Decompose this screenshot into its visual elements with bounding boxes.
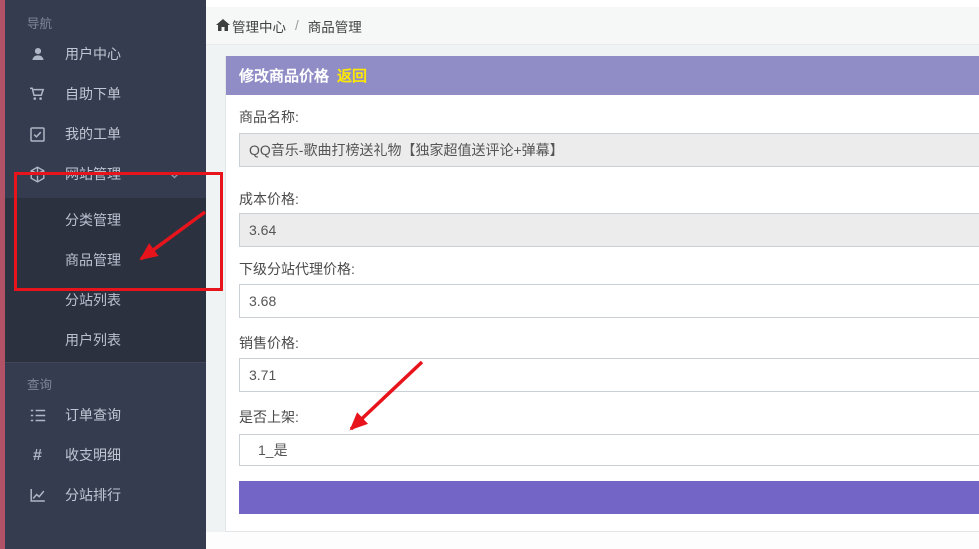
sidebar-item-label: 自助下单: [65, 84, 121, 104]
sidebar-item-user-list[interactable]: 用户列表: [0, 320, 206, 360]
sidebar-item-category-management[interactable]: 分类管理: [0, 200, 206, 240]
page: 导航 用户中心 自助下单 我的工单 网站管理: [0, 0, 979, 549]
product-name-label: 商品名称:: [239, 108, 979, 126]
cost-price-label: 成本价格:: [239, 190, 979, 208]
page-bottom: [206, 532, 979, 549]
sale-price-field[interactable]: [239, 358, 979, 392]
listing-status-select[interactable]: 1_是: [239, 434, 979, 466]
listing-status-label: 是否上架:: [239, 408, 979, 426]
edit-price-panel: 修改商品价格 返回 商品名称: 成本价格: 下级分站代理价格: 销售价格: 是否…: [225, 56, 979, 532]
breadcrumb-separator: /: [295, 18, 299, 33]
agent-price-label: 下级分站代理价格:: [239, 260, 979, 278]
chevron-down-icon: [169, 166, 180, 182]
sidebar-item-label: 我的工单: [65, 124, 121, 144]
sidebar-item-site-management[interactable]: 网站管理: [0, 154, 206, 194]
back-link[interactable]: 返回: [337, 65, 367, 86]
sidebar: 导航 用户中心 自助下单 我的工单 网站管理: [0, 0, 206, 549]
sidebar-item-label: 用户中心: [65, 44, 121, 64]
breadcrumb-current: 商品管理: [308, 16, 362, 36]
product-name-field[interactable]: [239, 133, 979, 167]
sidebar-item-substation-ranking[interactable]: 分站排行: [0, 475, 206, 515]
home-icon: [216, 19, 230, 32]
sidebar-item-income-detail[interactable]: # 收支明细: [0, 435, 206, 475]
sidebar-item-self-order[interactable]: 自助下单: [0, 74, 206, 114]
cube-icon: [29, 166, 46, 183]
sidebar-item-label: 收支明细: [65, 445, 121, 465]
panel-title: 修改商品价格: [239, 65, 329, 86]
sidebar-section-query: 查询: [27, 375, 206, 395]
sidebar-item-label: 分站排行: [65, 485, 121, 505]
agent-price-field[interactable]: [239, 284, 979, 318]
chart-line-icon: [29, 487, 46, 504]
panel-header: 修改商品价格 返回: [226, 56, 979, 95]
submit-button[interactable]: [239, 481, 979, 514]
sidebar-query-section: 查询 订单查询 # 收支明细 分站排行: [0, 362, 206, 515]
ticket-check-icon: [29, 126, 46, 143]
user-icon: [29, 46, 46, 63]
breadcrumb-home[interactable]: 管理中心: [232, 16, 286, 36]
cost-price-field[interactable]: [239, 213, 979, 247]
cart-icon: [29, 86, 46, 103]
sidebar-item-product-management[interactable]: 商品管理: [0, 240, 206, 280]
panel-body: 商品名称: 成本价格: 下级分站代理价格: 销售价格: 是否上架: 1_是: [226, 108, 979, 514]
hash-icon: #: [29, 447, 46, 464]
sidebar-section-nav: 导航: [27, 14, 206, 34]
sidebar-accent-strip: [0, 0, 5, 549]
sidebar-item-label: 订单查询: [65, 405, 121, 425]
sidebar-item-order-query[interactable]: 订单查询: [0, 395, 206, 435]
sidebar-item-substation-list[interactable]: 分站列表: [0, 280, 206, 320]
breadcrumb: 管理中心 / 商品管理: [206, 7, 979, 45]
top-strip: [206, 0, 979, 7]
main-area: 管理中心 / 商品管理 修改商品价格 返回 商品名称: 成本价格: 下级分站代理…: [206, 0, 979, 549]
sidebar-item-label: 网站管理: [65, 164, 121, 184]
list-icon: [29, 407, 46, 424]
sidebar-item-user-center[interactable]: 用户中心: [0, 34, 206, 74]
sale-price-label: 销售价格:: [239, 334, 979, 352]
sidebar-item-my-tickets[interactable]: 我的工单: [0, 114, 206, 154]
sidebar-submenu: 分类管理 商品管理 分站列表 用户列表: [0, 198, 206, 362]
content-area: 修改商品价格 返回 商品名称: 成本价格: 下级分站代理价格: 销售价格: 是否…: [206, 45, 979, 532]
